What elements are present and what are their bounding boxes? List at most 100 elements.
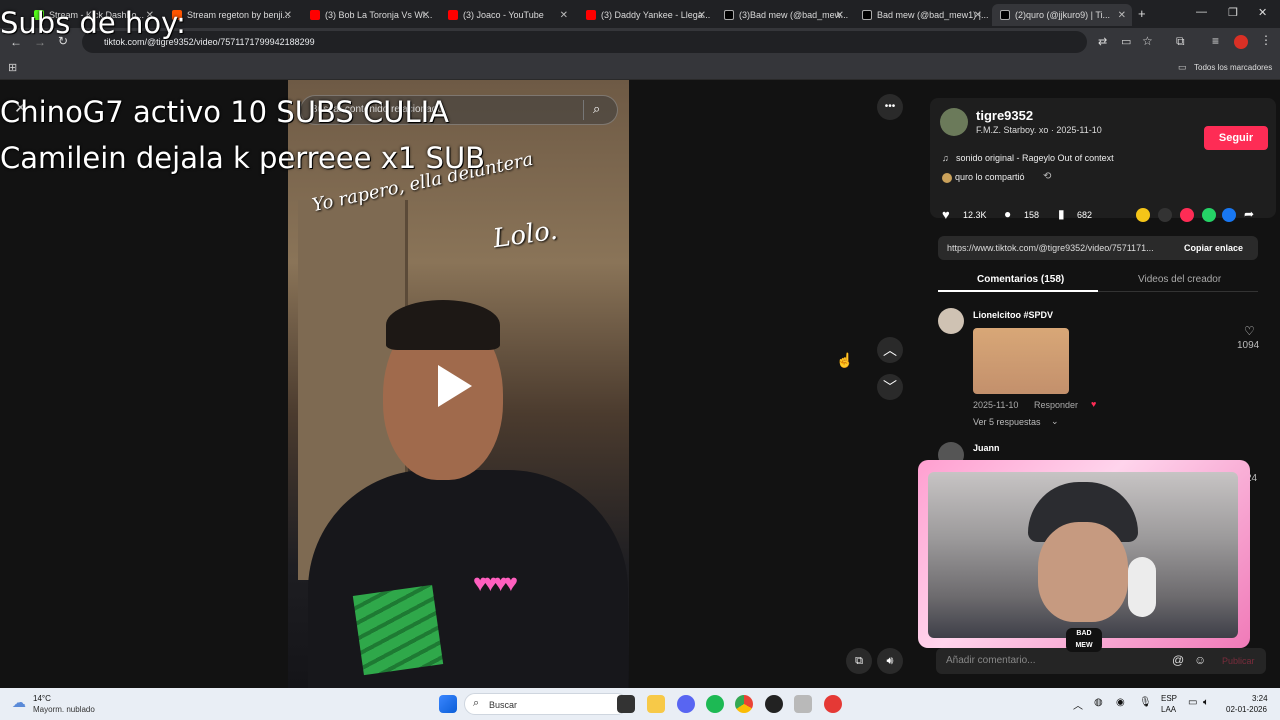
tray-app-icon[interactable]: ◍ [1094, 697, 1103, 708]
bookmark-icon[interactable]: ▮ [1058, 207, 1065, 221]
close-tab-icon[interactable]: ✕ [698, 10, 706, 21]
comment-username[interactable]: Juann [973, 443, 1000, 453]
follow-button[interactable]: Seguir [1204, 126, 1268, 150]
close-tab-icon[interactable]: ✕ [836, 10, 844, 21]
apps-grid-icon[interactable]: ⊞ [8, 61, 17, 74]
webcam-feed [928, 472, 1238, 638]
app-icon[interactable] [794, 695, 812, 713]
more-options-button[interactable]: ••• [877, 94, 903, 120]
tiktok-icon [1000, 10, 1010, 20]
comment-username[interactable]: Lionelcitoo #SPDV [973, 310, 1053, 320]
browser-tab[interactable]: (3)Bad mew (@bad_mew... ✕ [716, 4, 850, 26]
tab-creator-videos[interactable]: Videos del creador [1138, 274, 1221, 285]
share-url: https://www.tiktok.com/@tigre9352/video/… [947, 243, 1154, 253]
maximize-button[interactable]: ❐ [1228, 6, 1238, 19]
clock-time[interactable]: 3:24 [1252, 694, 1268, 703]
previous-video-button[interactable]: ︿ [877, 337, 903, 363]
task-view-icon[interactable] [617, 695, 635, 713]
tray-app-icon[interactable]: ◉ [1116, 697, 1125, 708]
comment-like-icon[interactable]: ♡ [1244, 324, 1255, 338]
youtube-icon [586, 10, 596, 20]
tray-chevron-icon[interactable]: ︿ [1073, 697, 1083, 712]
discord-icon[interactable] [677, 695, 695, 713]
close-tab-icon[interactable]: ✕ [560, 10, 568, 21]
share-friends-icon[interactable] [1136, 208, 1150, 222]
bookmark-star-icon[interactable]: ☆ [1142, 34, 1153, 48]
obs-icon[interactable] [765, 695, 783, 713]
emoji-icon[interactable]: ☺ [1194, 653, 1206, 667]
flamingo-heart-sticker: ♥♥♥♥ [473, 570, 518, 597]
close-tab-icon[interactable]: ✕ [1118, 10, 1126, 21]
file-explorer-icon[interactable] [647, 695, 665, 713]
tiktok-icon [862, 10, 872, 20]
comment-sticker-image [973, 328, 1069, 394]
search-icon[interactable]: ⌕ [593, 101, 600, 117]
browser-tab-bar: Stream - Kick Dashbo... ✕ Stream regeton … [0, 0, 1280, 28]
close-tab-icon[interactable]: ✕ [974, 10, 982, 21]
next-video-button[interactable]: ﹀ [877, 374, 903, 400]
media-icon[interactable]: ≡ [1212, 34, 1219, 48]
play-icon[interactable] [438, 365, 472, 407]
url-input[interactable]: tiktok.com/@tigre9352/video/757117179994… [82, 31, 1087, 53]
cast-icon[interactable]: ▭ [1121, 35, 1131, 48]
volume-icon[interactable]: 🔊︎ [877, 648, 903, 674]
menu-icon[interactable]: ⋮ [1260, 33, 1272, 47]
comment-date: 2025-11-10 [973, 400, 1019, 410]
facebook-icon[interactable] [1222, 208, 1236, 222]
close-tab-icon[interactable]: ✕ [284, 10, 292, 21]
creator-avatar[interactable] [940, 108, 968, 136]
mention-icon[interactable]: @ [1172, 653, 1184, 667]
youtube-icon [310, 10, 320, 20]
translate-icon[interactable]: ⇄ [1098, 35, 1107, 48]
language-indicator[interactable]: ESP [1161, 694, 1177, 703]
sound-link[interactable]: sonido original - Rageylo Out of context [956, 153, 1114, 163]
close-window-button[interactable]: ✕ [1258, 6, 1267, 19]
tab-comments[interactable]: Comentarios (158) [977, 274, 1064, 285]
browser-tab[interactable]: Bad mew (@bad_mew1) |... ✕ [854, 4, 988, 26]
reply-button[interactable]: Responder [1034, 400, 1078, 410]
new-tab-button[interactable]: + [1138, 6, 1146, 21]
browser-tab[interactable]: (3) Daddy Yankee - Llega... ✕ [578, 4, 712, 26]
browser-tab[interactable]: (3) Joaco - YouTube ✕ [440, 4, 574, 26]
comment-input[interactable]: Añadir comentario... @ ☺ Publicar [936, 648, 1266, 674]
pip-icon[interactable]: ⧉ [846, 648, 872, 674]
network-icon[interactable]: ▭ [1188, 697, 1197, 708]
whatsapp-icon[interactable] [1202, 208, 1216, 222]
creator-username[interactable]: tigre9352 [976, 108, 1033, 123]
comment-icon[interactable]: ● [1004, 207, 1011, 221]
speaker-icon[interactable]: 🔈︎ [1203, 697, 1209, 708]
recording-app-icon[interactable] [824, 695, 842, 713]
share-link-row: https://www.tiktok.com/@tigre9352/video/… [938, 236, 1258, 260]
share-arrow-icon[interactable]: ➦ [1244, 207, 1254, 221]
weather-temp: 14°C [33, 694, 51, 703]
tiktok-icon [724, 10, 734, 20]
spotify-icon[interactable] [706, 695, 724, 713]
chrome-icon[interactable] [735, 695, 753, 713]
browser-tab[interactable]: (3) Bob La Toronja Vs Wi... ✕ [302, 4, 436, 26]
all-bookmarks-link[interactable]: Todos los marcadores [1194, 63, 1272, 72]
minimize-button[interactable]: — [1196, 6, 1207, 18]
send-icon[interactable] [1180, 208, 1194, 222]
sharer-avatar [942, 173, 952, 183]
creator-liked-icon: ♥ [1091, 399, 1097, 409]
money-sticker [352, 584, 444, 676]
profile-avatar[interactable] [1234, 35, 1248, 49]
shared-by-text: quro lo compartió [955, 172, 1025, 182]
embed-icon[interactable] [1158, 208, 1172, 222]
repost-icon: ⟲ [1043, 171, 1052, 182]
browser-tab-active[interactable]: (2)quro (@jjkuro9) | Ti... ✕ [992, 4, 1132, 26]
copy-link-button[interactable]: Copiar enlace [1184, 243, 1243, 253]
search-icon: ⌕ [473, 697, 480, 709]
commenter-avatar[interactable] [938, 308, 964, 334]
close-tab-icon[interactable]: ✕ [422, 10, 430, 21]
extensions-icon[interactable]: ⧉ [1176, 34, 1185, 49]
start-icon[interactable] [439, 695, 457, 713]
microphone-icon[interactable]: 🎙︎ [1139, 697, 1152, 708]
weather-icon[interactable]: ☁ [12, 694, 26, 711]
taskbar-search[interactable]: ⌕ Buscar [464, 693, 628, 715]
post-button[interactable]: Publicar [1222, 656, 1255, 666]
video-frame-hair [386, 300, 500, 350]
like-icon[interactable]: ♥ [942, 207, 950, 222]
view-replies-button[interactable]: Ver 5 respuestas [973, 417, 1041, 427]
clock-date[interactable]: 02-01-2026 [1226, 705, 1267, 714]
